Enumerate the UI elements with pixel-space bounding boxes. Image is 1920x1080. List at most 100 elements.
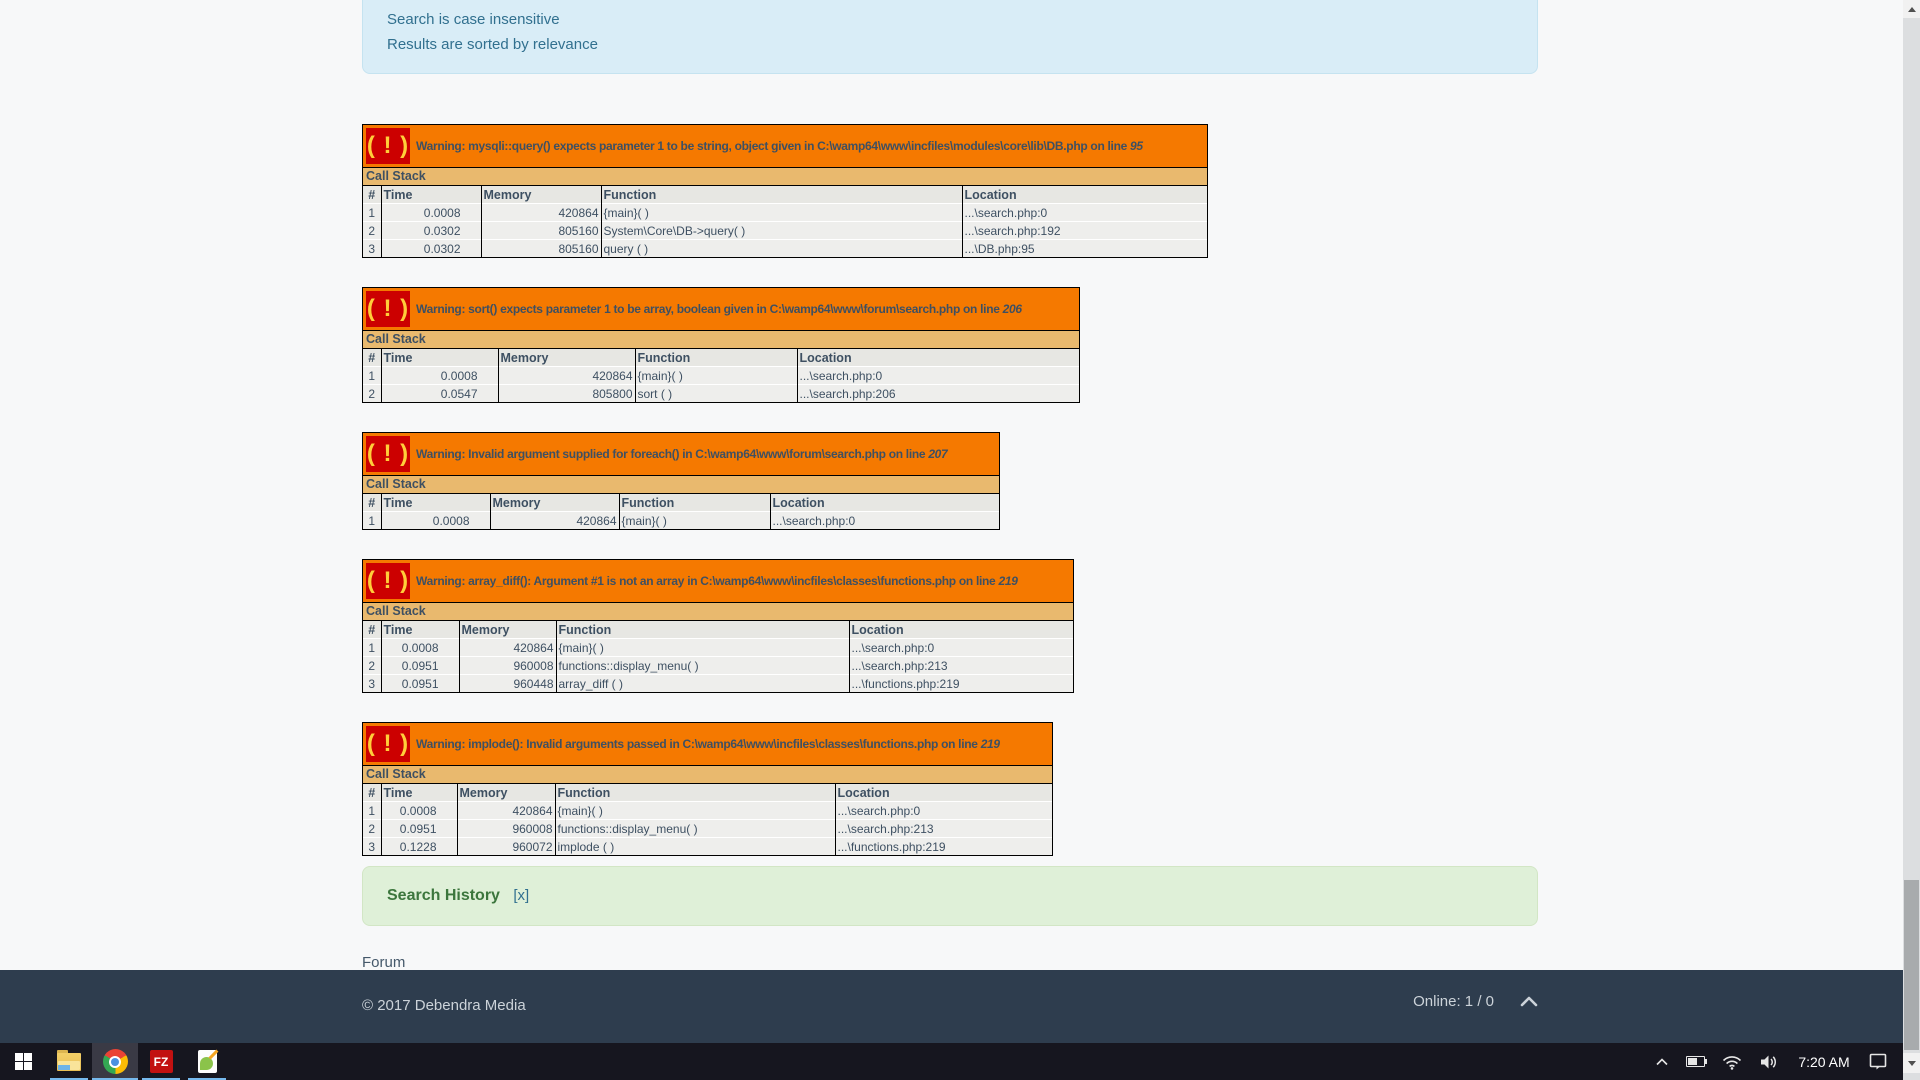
scrollbar-thumb[interactable]: [1904, 880, 1919, 1050]
down-triangle-icon: [1908, 1061, 1916, 1066]
col-header-memory: Memory: [490, 494, 619, 512]
taskbar-clock[interactable]: 7:20 AM: [1796, 1054, 1852, 1070]
system-tray: 7:20 AM: [1655, 1043, 1903, 1080]
stack-row: 2 0.0547 805800 sort ( ) ...\search.php:…: [363, 385, 1079, 403]
info-line: Search is case insensitive: [387, 7, 1513, 32]
battery-icon[interactable]: [1686, 1056, 1705, 1067]
col-header-function: Function: [556, 621, 849, 639]
warning-line-number: 219: [998, 574, 1017, 588]
start-button[interactable]: [0, 1043, 46, 1080]
warning-title-bar: ( ! ) Warning: sort() expects parameter …: [363, 288, 1079, 331]
info-line: Results are sorted by relevance: [387, 32, 1513, 57]
taskbar-filezilla[interactable]: FZ: [138, 1043, 184, 1080]
col-header-memory: Memory: [457, 784, 555, 802]
notifications-icon[interactable]: [1869, 1053, 1887, 1070]
stack-header-row: # Time Memory Function Location: [363, 784, 1052, 802]
php-warning-4: ( ! ) Warning: array_diff(): Argument #1…: [362, 559, 1074, 693]
warning-message: Warning: implode(): Invalid arguments pa…: [416, 737, 1000, 751]
php-warning-1: ( ! ) Warning: mysqli::query() expects p…: [362, 124, 1208, 258]
chrome-icon: [103, 1049, 128, 1074]
scrollbar-up-arrow[interactable]: [1903, 0, 1920, 18]
call-stack-table: # Time Memory Function Location 1 0.0008…: [363, 494, 999, 529]
warning-exclamation-icon: ( ! ): [366, 128, 410, 164]
hidden-icons-chevron-icon[interactable]: [1655, 1058, 1669, 1066]
up-triangle-icon: [1908, 7, 1916, 12]
search-history-close-link[interactable]: [x]: [513, 887, 529, 904]
col-header-location: Location: [770, 494, 999, 512]
col-header-time: Time: [381, 494, 490, 512]
warning-title-bar: ( ! ) Warning: mysqli::query() expects p…: [363, 125, 1207, 168]
call-stack-label: Call Stack: [363, 168, 1207, 186]
col-header-memory: Memory: [481, 186, 601, 204]
col-header-function: Function: [601, 186, 962, 204]
taskbar-file-explorer[interactable]: [46, 1043, 92, 1080]
col-header-location: Location: [849, 621, 1073, 639]
warning-message-text: Warning: array_diff(): Argument #1 is no…: [416, 574, 998, 588]
stack-row: 3 0.0951 960448 array_diff ( ) ...\funct…: [363, 675, 1073, 693]
taskbar-app-icons: FZ: [0, 1043, 230, 1080]
call-stack-table: # Time Memory Function Location 1 0.0008…: [363, 784, 1052, 855]
stack-row: 2 0.0951 960008 functions::display_menu(…: [363, 820, 1052, 838]
warning-message: Warning: mysqli::query() expects paramet…: [416, 139, 1143, 153]
page-footer: © 2017 Debendra Media Online: 1 / 0: [0, 970, 1903, 1043]
col-header-function: Function: [619, 494, 770, 512]
col-header-time: Time: [381, 784, 457, 802]
php-warning-2: ( ! ) Warning: sort() expects parameter …: [362, 287, 1080, 403]
search-history-title: Search History: [387, 887, 500, 904]
warning-title-bar: ( ! ) Warning: implode(): Invalid argume…: [363, 723, 1052, 766]
page-content: Search is case insensitive Results are s…: [362, 0, 1538, 972]
windows-logo-icon: [15, 1053, 32, 1070]
warning-exclamation-icon: ( ! ): [366, 436, 410, 472]
warning-message-text: Warning: mysqli::query() expects paramet…: [416, 139, 1130, 153]
warning-message-text: Warning: Invalid argument supplied for f…: [416, 447, 928, 461]
warning-title-bar: ( ! ) Warning: Invalid argument supplied…: [363, 433, 999, 476]
col-header-time: Time: [381, 349, 498, 367]
warning-message: Warning: Invalid argument supplied for f…: [416, 447, 947, 461]
stack-row: 1 0.0008 420864 {main}( ) ...\search.php…: [363, 204, 1207, 222]
taskbar-chrome[interactable]: [92, 1043, 138, 1080]
col-header-num: #: [363, 621, 381, 639]
stack-row: 1 0.0008 420864 {main}( ) ...\search.php…: [363, 512, 999, 530]
call-stack-label: Call Stack: [363, 766, 1052, 784]
file-explorer-icon: [57, 1053, 81, 1071]
search-tips-info-box: Search is case insensitive Results are s…: [362, 0, 1538, 74]
stack-header-row: # Time Memory Function Location: [363, 494, 999, 512]
php-warning-3: ( ! ) Warning: Invalid argument supplied…: [362, 432, 1000, 530]
warning-title-bar: ( ! ) Warning: array_diff(): Argument #1…: [363, 560, 1073, 603]
stack-header-row: # Time Memory Function Location: [363, 349, 1079, 367]
call-stack-label: Call Stack: [363, 603, 1073, 621]
col-header-num: #: [363, 784, 381, 802]
stack-row: 3 0.0302 805160 query ( ) ...\DB.php:95: [363, 240, 1207, 258]
browser-scrollbar[interactable]: [1903, 0, 1920, 1080]
col-header-num: #: [363, 494, 381, 512]
notepad-plus-plus-icon: [198, 1050, 217, 1073]
col-header-time: Time: [381, 621, 459, 639]
online-status: Online: 1 / 0: [1413, 993, 1494, 1010]
col-header-location: Location: [797, 349, 1079, 367]
call-stack-label: Call Stack: [363, 476, 999, 494]
warning-message: Warning: sort() expects parameter 1 to b…: [416, 302, 1022, 316]
stack-row: 2 0.0951 960008 functions::display_menu(…: [363, 657, 1073, 675]
warning-line-number: 206: [1003, 302, 1022, 316]
warning-message: Warning: array_diff(): Argument #1 is no…: [416, 574, 1018, 588]
stack-row: 1 0.0008 420864 {main}( ) ...\search.php…: [363, 639, 1073, 657]
scrollbar-down-arrow[interactable]: [1903, 1053, 1920, 1073]
col-header-function: Function: [635, 349, 797, 367]
col-header-memory: Memory: [498, 349, 635, 367]
col-header-memory: Memory: [459, 621, 556, 639]
search-history-panel: Search History [x]: [362, 866, 1538, 926]
volume-icon[interactable]: [1759, 1054, 1779, 1070]
stack-header-row: # Time Memory Function Location: [363, 621, 1073, 639]
windows-taskbar: FZ 7:20 AM: [0, 1043, 1903, 1080]
col-header-num: #: [363, 349, 381, 367]
col-header-location: Location: [962, 186, 1207, 204]
php-warning-5: ( ! ) Warning: implode(): Invalid argume…: [362, 722, 1053, 856]
forum-link[interactable]: Forum: [362, 954, 405, 971]
call-stack-table: # Time Memory Function Location 1 0.0008…: [363, 349, 1079, 402]
warning-message-text: Warning: sort() expects parameter 1 to b…: [416, 302, 1003, 316]
taskbar-notepadpp[interactable]: [184, 1043, 230, 1080]
scroll-top-chevron-icon[interactable]: [1520, 996, 1538, 1007]
stack-row: 3 0.1228 960072 implode ( ) ...\function…: [363, 838, 1052, 856]
wifi-icon[interactable]: [1722, 1054, 1742, 1070]
col-header-function: Function: [555, 784, 835, 802]
